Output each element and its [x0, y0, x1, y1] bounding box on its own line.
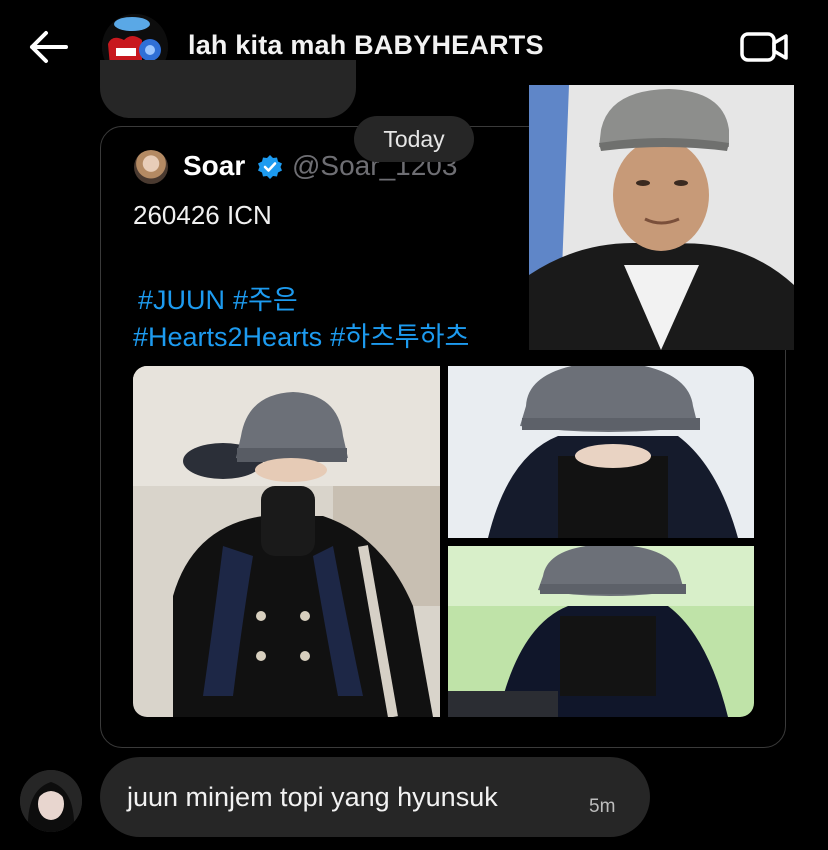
tweet-author-name: Soar: [183, 150, 246, 181]
hashtag-link[interactable]: #하츠투하츠: [330, 322, 469, 352]
tweet-text: 260426 ICN: [133, 200, 272, 230]
tweet-hashtags-line2: #Hearts2Hearts #하츠투하츠: [133, 315, 477, 354]
message-timestamp: 5m: [589, 796, 616, 817]
hashtag-link[interactable]: #JUUN: [138, 285, 225, 315]
hashtag-link[interactable]: #Hearts2Hearts: [133, 322, 322, 352]
verified-badge-icon: [258, 155, 282, 179]
chat-title[interactable]: lah kita mah BABYHEARTS: [188, 30, 544, 61]
date-divider: Today: [354, 116, 474, 162]
video-call-icon[interactable]: [738, 28, 790, 66]
back-arrow-icon[interactable]: [26, 27, 70, 67]
tweet-author-avatar: [134, 150, 168, 184]
tweet-photo-2[interactable]: [448, 366, 754, 538]
message-text: juun minjem topi yang hyunsuk: [127, 782, 498, 812]
previous-message-bubble: [100, 60, 356, 118]
hashtag-link[interactable]: #주은: [233, 285, 298, 315]
tweet-photo-1[interactable]: [133, 366, 440, 717]
sender-avatar[interactable]: [20, 770, 82, 832]
tweet-photo-grid: [133, 366, 754, 717]
overlay-photo: [529, 85, 794, 350]
tweet-photo-3[interactable]: [448, 546, 754, 717]
tweet-hashtags-line1: #JUUN #주은: [138, 278, 306, 317]
